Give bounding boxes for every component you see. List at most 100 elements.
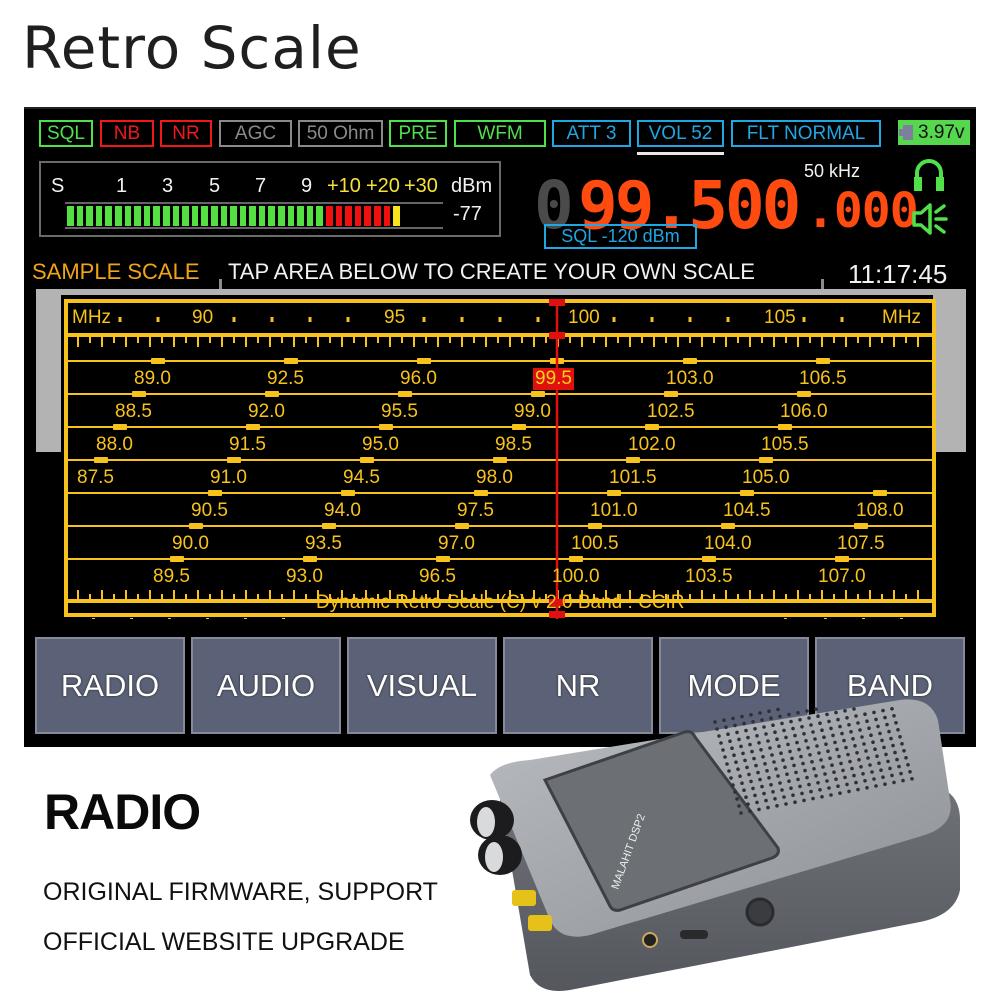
- scale-footer-dot: [282, 618, 285, 619]
- speaker-grill-hole: [854, 714, 858, 718]
- speaker-grill-hole: [803, 768, 807, 773]
- audio-menu-button[interactable]: AUDIO: [191, 637, 341, 734]
- speaker-grill-hole: [813, 737, 817, 741]
- speaker-grill-hole: [828, 756, 832, 760]
- speaker-grill-hole: [767, 709, 771, 713]
- impedance-badge[interactable]: 50 Ohm: [298, 120, 383, 147]
- speaker-grill-hole: [776, 707, 780, 712]
- knob-lower-face: [485, 842, 503, 872]
- s-meter-segment-green: [316, 206, 324, 226]
- scale-station-marker: [94, 457, 108, 463]
- speaker-grill-hole: [721, 748, 725, 752]
- speaker-grill-hole: [860, 735, 864, 739]
- scale-minor-dot: [460, 317, 464, 322]
- scale-minor-dot: [422, 317, 426, 322]
- speaker-grill-hole: [829, 793, 833, 797]
- scale-minor-dot: [802, 317, 806, 322]
- pre-badge[interactable]: PRE: [389, 120, 447, 147]
- speaker-grill-hole: [731, 716, 735, 721]
- speaker-grill-hole: [889, 736, 893, 741]
- att-badge[interactable]: ATT 3: [552, 120, 631, 147]
- headphones-icon[interactable]: [912, 157, 946, 193]
- sample-scale-label[interactable]: SAMPLE SCALE: [32, 259, 200, 285]
- speaker-grill-hole: [744, 728, 748, 733]
- nb-badge[interactable]: NB: [100, 120, 154, 147]
- agc-badge[interactable]: AGC: [219, 120, 292, 147]
- usb-c-port: [680, 930, 708, 939]
- speaker-grill-hole: [738, 774, 742, 778]
- speaker-icon[interactable]: [910, 199, 950, 239]
- frequency-sub: .000: [806, 183, 919, 239]
- scale-major-tick-label: 90: [192, 307, 214, 328]
- speaker-grill-hole: [782, 728, 786, 733]
- speaker-grill-hole: [863, 712, 867, 716]
- s-meter-segment-green: [306, 206, 314, 226]
- speaker-grill-hole: [740, 781, 744, 785]
- scale-station-marker: [132, 391, 146, 397]
- scale-station-marker: [246, 424, 260, 430]
- s-meter-segment-green: [249, 206, 256, 226]
- scale-station-marker: [797, 391, 811, 397]
- speaker-grill-hole: [836, 717, 840, 722]
- speaker-grill-hole: [814, 707, 818, 711]
- s-meter-segment-green: [278, 206, 285, 226]
- speaker-grill-hole: [811, 796, 815, 801]
- scale-minor-dot: [688, 317, 692, 322]
- speaker-grill-hole: [881, 708, 885, 713]
- radio-menu-button[interactable]: RADIO: [35, 637, 185, 734]
- speaker-grill-hole: [816, 781, 820, 785]
- speaker-grill-hole: [780, 788, 784, 792]
- speaker-grill-hole: [853, 744, 857, 748]
- s-meter-label: +20: [366, 175, 400, 197]
- speaker-grill-hole: [843, 709, 847, 713]
- scale-major-tick-label: 105: [764, 307, 796, 328]
- s-meter-segment-green: [182, 206, 189, 226]
- tuning-step[interactable]: 50 kHz: [804, 161, 860, 182]
- scale-station-marker: [341, 490, 355, 496]
- mode-badge[interactable]: WFM: [454, 120, 546, 147]
- scale-station-marker: [702, 556, 716, 562]
- speaker-grill-hole: [778, 714, 782, 719]
- speaker-grill-hole: [777, 744, 781, 748]
- battery-voltage: 3.97v: [918, 122, 965, 143]
- retro-scale[interactable]: MHz MHz 90 95 100 105 89.0 92.5 96.0 99.5 10…: [64, 299, 938, 619]
- filter-badge[interactable]: FLT NORMAL: [731, 120, 881, 147]
- scale-minor-dot: [612, 317, 616, 322]
- volume-badge[interactable]: VOL 52: [637, 120, 724, 147]
- sma-connector-2: [528, 915, 552, 931]
- squelch-level[interactable]: SQL -120 dBm: [544, 224, 697, 249]
- scale-station-marker: [398, 391, 412, 397]
- scale-footer-dot: [824, 618, 827, 619]
- speaker-grill-hole: [871, 740, 875, 744]
- speaker-grill-hole: [737, 737, 741, 742]
- scale-minor-dot: [840, 317, 844, 322]
- scale-frequency-label: 107.5: [837, 533, 885, 554]
- speaker-grill-hole: [891, 743, 895, 748]
- speaker-grill-hole: [745, 765, 749, 770]
- sma-connector-1: [512, 890, 536, 906]
- speaker-grill-hole: [832, 770, 836, 774]
- scale-minor-dot: [118, 317, 122, 322]
- scale-station-marker: [740, 490, 754, 496]
- knob-upper-face: [477, 807, 495, 837]
- speaker-grill-hole: [730, 746, 734, 750]
- s-meter: S 1 3 5 7 9 +10 +20 +30 dBm -77: [39, 161, 501, 237]
- s-meter-segment-red: [354, 206, 362, 226]
- scale-station-marker: [493, 457, 507, 463]
- scale-frequency-label: 91.0: [210, 467, 247, 488]
- scale-footer-dot: [130, 618, 133, 619]
- speaker-grill-hole: [739, 744, 743, 749]
- scale-frequency-label: 107.0: [818, 566, 866, 587]
- speaker-grill-hole: [757, 741, 761, 745]
- scale-footer: Dynamic Retro Scale (C) v 2.0 Band : CCI…: [316, 592, 685, 613]
- s-meter-unit: dBm: [451, 175, 493, 197]
- speaker-grill-hole: [763, 762, 767, 766]
- speaker-grill-hole: [883, 782, 887, 786]
- sql-badge[interactable]: SQL: [39, 120, 93, 147]
- nr-badge[interactable]: NR: [160, 120, 212, 147]
- speaker-grill-hole: [734, 760, 738, 764]
- speaker-grill-hole: [779, 751, 783, 755]
- s-meter-segment-green: [268, 206, 276, 226]
- speaker-grill-hole: [847, 723, 851, 727]
- speaker-grill-hole: [820, 795, 824, 799]
